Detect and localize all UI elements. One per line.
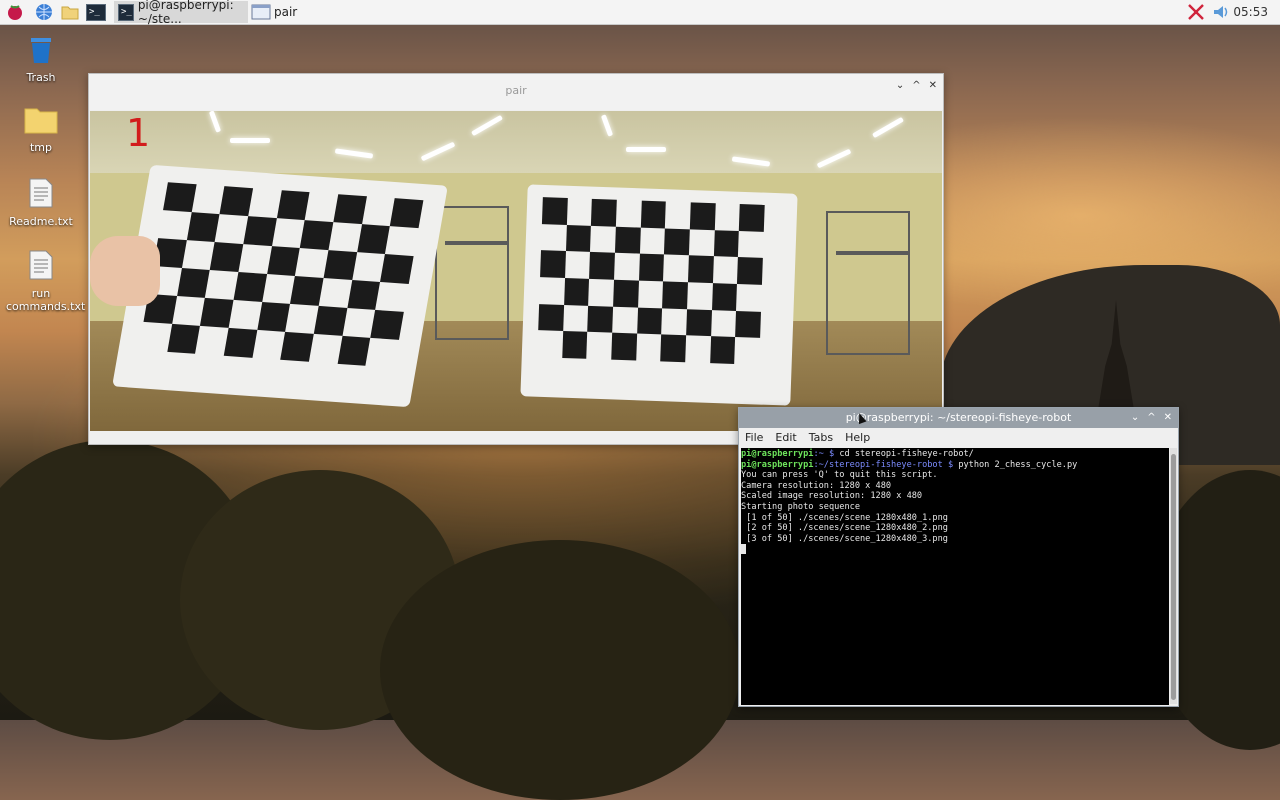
terminal-title: pi@raspberrypi: ~/stereopi-fisheye-robot: [845, 411, 1072, 424]
volume-icon[interactable]: [1211, 2, 1231, 22]
desktop-icon-label: Trash: [26, 71, 56, 84]
desktop-icon-label: run commands.txt: [6, 287, 86, 313]
desktop-icon-tmp[interactable]: tmp: [6, 106, 76, 154]
terminal-menubar: File Edit Tabs Help: [739, 428, 1178, 447]
task-terminal[interactable]: >_ pi@raspberrypi: ~/ste...: [114, 0, 248, 26]
raspberry-menu-icon[interactable]: [5, 2, 25, 22]
minimize-button[interactable]: ⌄: [1131, 412, 1139, 423]
file-manager-icon[interactable]: [60, 2, 80, 22]
desktop-icon-trash[interactable]: Trash: [6, 34, 76, 84]
terminal-launcher-icon[interactable]: >_: [86, 2, 106, 22]
terminal-line: Camera resolution: 1280 x 480: [741, 480, 892, 491]
terminal-line: You can press 'Q' to quit this script.: [741, 470, 938, 481]
minimize-button[interactable]: ⌄: [896, 80, 904, 91]
chessboard: [139, 182, 424, 368]
terminal-line: [1 of 50] ./scenes/scene_1280x480_1.png: [741, 512, 948, 523]
terminal-line: pi@raspberrypi:~/stereopi-fisheye-robot …: [741, 459, 1078, 470]
window-icon: [251, 4, 271, 20]
close-button[interactable]: ✕: [929, 80, 937, 91]
task-terminal-label: pi@raspberrypi: ~/ste...: [137, 0, 234, 26]
terminal-cursor: [741, 544, 746, 555]
folder-icon: [6, 106, 76, 137]
terminal-line: Starting photo sequence: [741, 501, 860, 512]
menu-file[interactable]: File: [745, 431, 763, 444]
maximize-button[interactable]: ^: [912, 80, 920, 91]
menu-help[interactable]: Help: [845, 431, 870, 444]
pair-window-title: pair: [505, 84, 527, 97]
terminal-line: [2 of 50] ./scenes/scene_1280x480_2.png: [741, 523, 948, 534]
network-disconnected-icon[interactable]: [1186, 2, 1206, 22]
terminal-icon: >_: [118, 3, 134, 21]
task-pair[interactable]: pair: [250, 1, 380, 23]
menu-edit[interactable]: Edit: [775, 431, 796, 444]
web-browser-icon[interactable]: [34, 2, 54, 22]
text-file-icon: [6, 250, 76, 283]
terminal-line: pi@raspberrypi:~ $ cd stereopi-fisheye-r…: [741, 449, 974, 459]
menu-tabs[interactable]: Tabs: [809, 431, 833, 444]
desktop-icon-run-commands[interactable]: run commands.txt: [6, 250, 86, 313]
desktop-icon-label: tmp: [29, 141, 52, 154]
clock: 05:53: [1233, 5, 1268, 19]
desktop-icon-label: Readme.txt: [9, 215, 73, 228]
chessboard: [537, 197, 765, 365]
pair-window: pair ⌄ ^ ✕ 1: [88, 73, 944, 445]
maximize-button[interactable]: ^: [1147, 412, 1155, 423]
taskbar: >_ >_ pi@raspberrypi: ~/ste... pair 05:5…: [0, 0, 1280, 26]
terminal-line: [3 of 50] ./scenes/scene_1280x480_3.png: [741, 533, 948, 544]
terminal-window: pi@raspberrypi: ~/stereopi-fisheye-robot…: [738, 407, 1179, 707]
terminal-line: Scaled image resolution: 1280 x 480: [741, 491, 923, 502]
text-file-icon: [6, 178, 76, 211]
left-camera-image: 1: [90, 111, 516, 431]
terminal-output[interactable]: pi@raspberrypi:~ $ cd stereopi-fisheye-r…: [741, 448, 1169, 705]
close-button[interactable]: ✕: [1164, 412, 1172, 423]
trash-icon: [6, 34, 76, 67]
task-pair-label: pair: [274, 5, 298, 19]
pair-titlebar[interactable]: pair ⌄ ^ ✕: [89, 74, 943, 110]
countdown-number: 1: [126, 111, 151, 155]
terminal-scrollbar[interactable]: [1170, 448, 1177, 704]
terminal-titlebar[interactable]: pi@raspberrypi: ~/stereopi-fisheye-robot…: [739, 408, 1178, 428]
right-camera-image: [516, 111, 942, 431]
desktop-icon-readme[interactable]: Readme.txt: [6, 178, 76, 228]
